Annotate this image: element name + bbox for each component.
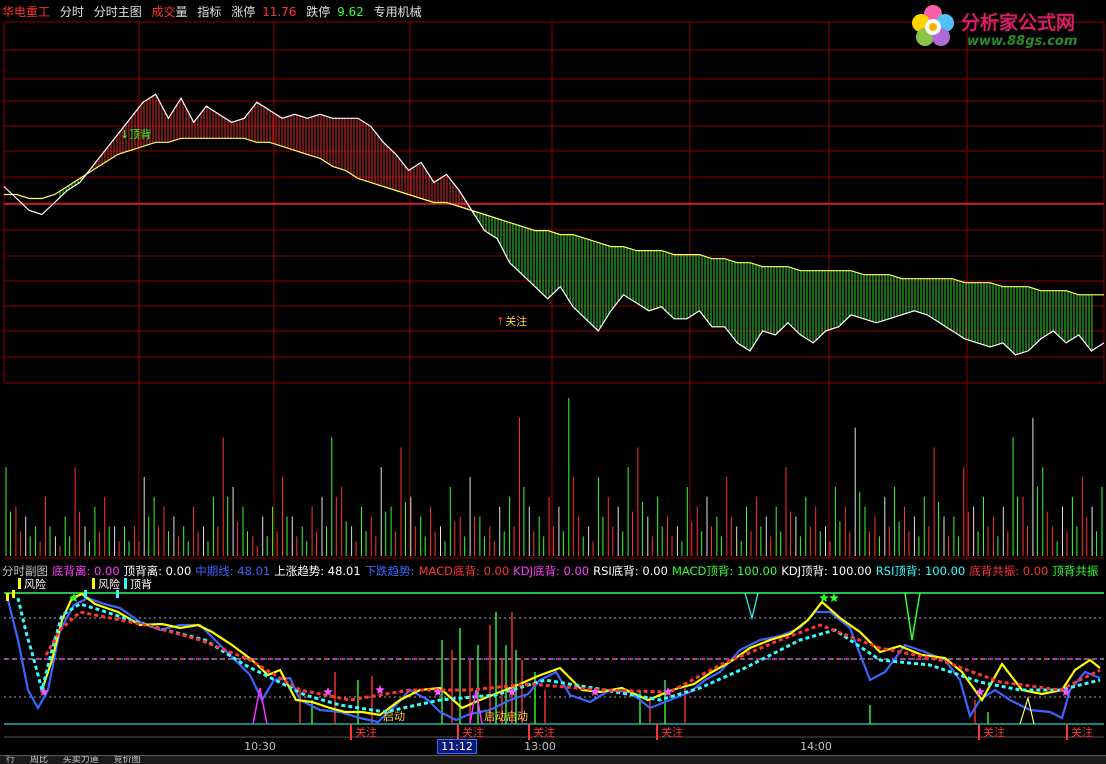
- watch-tag-1: 关注: [350, 724, 377, 740]
- star-marker: [819, 593, 829, 602]
- time-tick-1400: 14:00: [800, 740, 832, 753]
- risk-legend-1-label: 风险: [24, 578, 46, 591]
- legend-tick: [6, 593, 9, 601]
- start-label-1: 启动: [383, 710, 405, 723]
- sub-chart-header: 分时副图 底背离: 0.00 顶背离: 0.00 中期线: 48.01 上涨趋势: 48…: [2, 563, 1102, 579]
- top-legend-label: 顶背: [130, 578, 152, 591]
- watch-tag-5: 关注: [978, 724, 1005, 740]
- stock-name[interactable]: 华电重工: [2, 5, 50, 19]
- top-divergence-label: 顶背: [129, 128, 152, 141]
- intraday-main-chart[interactable]: 分时主图: [94, 5, 142, 19]
- limit-down-value: 9.62: [337, 5, 364, 19]
- sub-chart-markers: [6, 590, 1071, 696]
- green-spike: [904, 592, 921, 641]
- time-tick-1300: 13:00: [524, 740, 556, 753]
- indicator-menu[interactable]: 指标: [197, 5, 221, 19]
- risk-legend-1: 风险: [18, 578, 46, 592]
- cyan-dotted-line: [16, 597, 1101, 714]
- time-tick-1030: 10:30: [244, 740, 276, 753]
- sub-header-item: RSI顶背: 100.00: [875, 564, 966, 578]
- chart-canvas: [3, 21, 1105, 738]
- cyan-spike: [744, 592, 759, 621]
- stock-header: 华电重工 分时 分时主图 成交量 指标 涨停 11.76 跌停 9.62 专用机…: [2, 4, 428, 20]
- limit-up-value: 11.76: [262, 5, 297, 19]
- sub-header-item: KDJ底背: 0.00: [513, 564, 590, 578]
- sector-label: 专用机械: [373, 5, 422, 19]
- sub-chart-grid: [4, 592, 1104, 738]
- price-diff-bars: [59, 94, 1093, 355]
- watch-tag-4: 关注: [656, 724, 683, 740]
- watch-marker: ↑关注: [496, 313, 527, 329]
- site-logo: 分析家公式网 www.88gs.com: [905, 2, 1105, 52]
- legend-tick: [84, 590, 87, 598]
- sub-header-item: RSI底背: 0.00: [593, 564, 668, 578]
- watch-tag-2: 关注: [457, 724, 484, 740]
- arrow-up-icon: ↑: [496, 315, 506, 328]
- watch-tag-6: 关注: [1066, 724, 1093, 740]
- time-tick-cursor[interactable]: 11:12: [437, 739, 477, 754]
- sub-header-item: 分时副图: [2, 564, 48, 578]
- sub-header-item: KDJ顶背: 100.00: [781, 564, 872, 578]
- sub-header-item: MACD顶背: 100.00: [671, 564, 778, 578]
- limit-down-label: 跌停: [306, 5, 331, 19]
- legend-tick: [12, 590, 15, 598]
- star-marker: [829, 593, 839, 602]
- sub-header-item: 顶背共振: [1052, 564, 1099, 578]
- sub-header-item: 底背共振: 0.00: [969, 564, 1049, 578]
- average-price-line: [4, 137, 1104, 296]
- watch-tag-3: 关注: [528, 724, 555, 740]
- sub-header-item: 底背离: 0.00: [52, 564, 120, 578]
- volume-label[interactable]: 成交量: [152, 5, 188, 19]
- sub-header-item: 下跌趋势:: [364, 564, 415, 578]
- red-dotted-line: [44, 610, 1101, 702]
- arrow-down-icon: ↓: [120, 128, 130, 141]
- logo-url: www.88gs.com: [967, 34, 1078, 49]
- logo-title: 分析家公式网: [961, 12, 1076, 34]
- mid-term-line: [6, 596, 1101, 724]
- sub-header-item: 上涨趋势: 48.01: [274, 564, 361, 578]
- sub-header-item: 顶背离: 0.00: [123, 564, 192, 578]
- watch-label: 关注: [505, 315, 528, 328]
- risk-legend-2: 风险: [92, 578, 120, 592]
- start-label-2: 启动启动: [484, 710, 528, 723]
- risk-legend-2-label: 风险: [98, 578, 120, 591]
- sub-header-item: MACD底背: 0.00: [418, 564, 510, 578]
- limit-up-label: 涨停: [231, 5, 256, 19]
- intraday-tab[interactable]: 分时: [60, 5, 84, 19]
- volume-bars: [5, 398, 1103, 556]
- top-legend: 顶背: [124, 578, 152, 592]
- sub-header-item: 中期线: 48.01: [195, 564, 271, 578]
- flower-icon: [912, 5, 954, 46]
- star-marker: [975, 687, 985, 696]
- top-divergence-marker: ↓顶背: [120, 126, 151, 142]
- star-marker: [375, 685, 385, 694]
